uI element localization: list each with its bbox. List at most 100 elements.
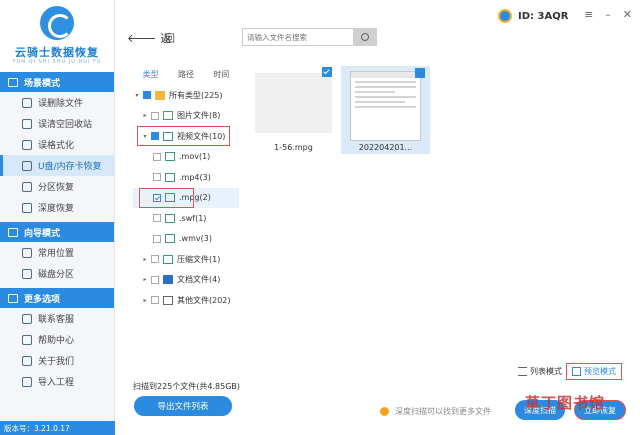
export-file-list-button[interactable]: 导出文件列表 <box>134 396 232 416</box>
tree-row-label: 所有类型(225) <box>169 90 223 100</box>
warning-icon <box>380 407 389 416</box>
tree-row-label: .wmv(3) <box>179 234 212 244</box>
tab-time[interactable]: 时间 <box>213 69 229 80</box>
preview-mode-button[interactable]: 预览模式 <box>566 363 622 380</box>
import-icon <box>22 376 32 387</box>
video-icon <box>165 213 175 223</box>
checkbox[interactable] <box>153 214 161 223</box>
sidebar-item-disk-partition[interactable]: 磁盘分区 <box>0 263 114 284</box>
section-wizard-mode: 向导模式 <box>0 222 114 242</box>
top-bar: 🡐 返 回 ID: 3AQR ≡ – ✕ <box>115 0 640 60</box>
file-thumbnail[interactable] <box>350 68 425 141</box>
refresh-button[interactable]: 回 <box>165 30 175 45</box>
sidebar-item-import-project[interactable]: 导入工程 <box>0 371 114 392</box>
tree-row-wmv[interactable]: .wmv(3) <box>133 229 239 250</box>
checkbox[interactable] <box>153 173 161 182</box>
checkbox[interactable] <box>151 111 159 120</box>
partition-icon <box>22 181 32 192</box>
tree-row-images[interactable]: ▸ 图片文件(8) <box>133 106 239 127</box>
checkbox[interactable] <box>153 152 161 161</box>
list-mode-button[interactable]: 列表模式 <box>518 366 562 377</box>
tree-row-label: .swf(1) <box>179 213 207 223</box>
app-subtitle: YUN QI SHI SHU JU HUI FU <box>12 59 102 65</box>
menu-icon[interactable]: ≡ <box>584 8 593 21</box>
sidebar-item-label: 关于我们 <box>38 357 75 367</box>
logo-icon <box>40 6 74 40</box>
watermark: 草丁图书馆 <box>525 394 606 412</box>
sidebar-item-partition-recovery[interactable]: 分区恢复 <box>0 176 114 197</box>
scene-mode-icon <box>8 77 18 87</box>
grid-icon <box>572 367 581 376</box>
tree-row-all-types[interactable]: ▾ 所有类型(225) <box>133 85 239 106</box>
tree-row-swf[interactable]: .swf(1) <box>133 208 239 229</box>
section-title: 场景模式 <box>24 78 61 89</box>
sidebar: 云骑士数据恢复 YUN QI SHI SHU JU HUI FU 场景模式 误删… <box>0 0 115 435</box>
expand-arrow-icon[interactable]: ▾ <box>133 92 141 99</box>
sidebar-item-formatted[interactable]: 误格式化 <box>0 134 114 155</box>
sidebar-item-about-us[interactable]: 关于我们 <box>0 350 114 371</box>
sidebar-item-deep-recovery[interactable]: 深度恢复 <box>0 197 114 218</box>
folder-icon <box>22 247 32 258</box>
sidebar-item-label: 联系客服 <box>38 315 75 325</box>
tree-tabs: 类型 路径 时间 <box>133 63 239 85</box>
section-scene-mode: 场景模式 <box>0 72 114 92</box>
tree-row-mp4[interactable]: .mp4(3) <box>133 167 239 188</box>
sidebar-item-common-locations[interactable]: 常用位置 <box>0 242 114 263</box>
deep-scan-hint: 深度扫描可以找到更多文件 <box>380 406 491 417</box>
checkbox[interactable] <box>151 275 159 284</box>
tree-row-archives[interactable]: ▸ 压缩文件(1) <box>133 249 239 270</box>
list-mode-label: 列表模式 <box>530 367 562 376</box>
checkbox-checked[interactable] <box>415 68 425 78</box>
sidebar-item-contact-support[interactable]: 联系客服 <box>0 308 114 329</box>
checkbox-partial[interactable] <box>143 91 151 100</box>
file-name: 1-56.mpg <box>274 143 313 152</box>
search-icon <box>361 33 369 41</box>
checkbox[interactable] <box>151 296 159 305</box>
expand-arrow-icon[interactable]: ▸ <box>141 112 149 119</box>
sidebar-item-recycle-bin[interactable]: 误清空回收站 <box>0 113 114 134</box>
expand-arrow-icon[interactable]: ▸ <box>141 297 149 304</box>
tree-row-mov[interactable]: .mov(1) <box>133 147 239 168</box>
sidebar-item-help-center[interactable]: 帮助中心 <box>0 329 114 350</box>
other-file-icon <box>163 295 173 305</box>
tab-path[interactable]: 路径 <box>178 69 194 80</box>
file-icon <box>22 97 32 108</box>
tab-type[interactable]: 类型 <box>143 69 159 80</box>
window-controls: ≡ – ✕ <box>584 8 632 21</box>
file-item[interactable]: 1-56.mpg <box>255 67 332 152</box>
sidebar-item-usb-card[interactable]: U盘/内存卡恢复 <box>0 155 114 176</box>
trash-icon <box>22 118 32 129</box>
highlight-mpg-row <box>139 188 194 208</box>
file-thumbnail[interactable] <box>255 67 332 133</box>
app-logo: 云骑士数据恢复 YUN QI SHI SHU JU HUI FU <box>0 0 114 72</box>
checkbox[interactable] <box>151 255 159 264</box>
tree-row-other[interactable]: ▸ 其他文件(202) <box>133 290 239 311</box>
disk-icon <box>22 268 32 279</box>
file-item-selected[interactable]: 202204201... <box>341 66 430 154</box>
sidebar-item-label: 常用位置 <box>38 249 75 259</box>
section-more-options: 更多选项 <box>0 288 114 308</box>
hint-text: 深度扫描可以找到更多文件 <box>395 407 491 416</box>
tree-row-label: .mp4(3) <box>179 172 211 182</box>
sidebar-item-label: 导入工程 <box>38 378 75 388</box>
sidebar-item-label: 深度恢复 <box>38 204 75 214</box>
checkbox-checked[interactable] <box>322 67 332 77</box>
tree-row-documents[interactable]: ▸ 文档文件(4) <box>133 270 239 291</box>
sidebar-item-label: 分区恢复 <box>38 183 75 193</box>
minimize-icon[interactable]: – <box>605 8 611 21</box>
sidebar-item-label: 帮助中心 <box>38 336 75 346</box>
search-button[interactable] <box>353 28 377 46</box>
file-name: 202204201... <box>358 143 413 152</box>
expand-arrow-icon[interactable]: ▸ <box>141 256 149 263</box>
tree-row-label: 压缩文件(1) <box>177 254 221 264</box>
user-id-label: ID: 3AQR <box>518 10 569 22</box>
format-icon <box>22 139 32 150</box>
sidebar-item-deleted-files[interactable]: 误删除文件 <box>0 92 114 113</box>
user-id[interactable]: ID: 3AQR <box>498 9 568 23</box>
vip-badge-icon <box>498 9 512 23</box>
close-icon[interactable]: ✕ <box>623 8 632 21</box>
expand-arrow-icon[interactable]: ▸ <box>141 276 149 283</box>
checkbox[interactable] <box>153 234 161 243</box>
more-options-icon <box>8 293 18 303</box>
archive-icon <box>163 254 173 264</box>
